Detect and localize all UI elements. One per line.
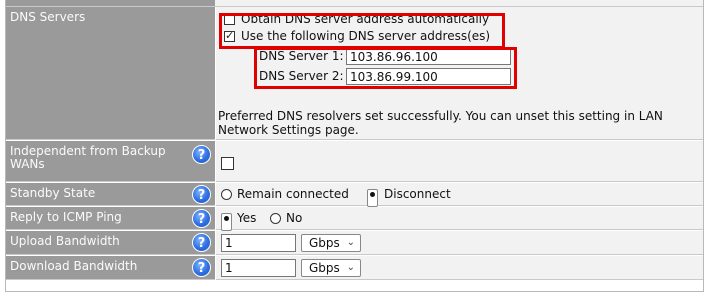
icmp-row: Reply to ICMP Ping ? Yes No [6,207,703,231]
help-icon[interactable]: ? [192,185,211,204]
highlight-dns-mode [219,13,505,49]
standby-disconnect-radio[interactable] [367,189,378,207]
download-bandwidth-input[interactable] [221,259,296,277]
dns-status-note: Preferred DNS resolvers set successfully… [218,109,663,137]
download-label: Download Bandwidth ? [6,256,215,280]
icmp-value: Yes No [216,207,703,231]
wan-settings-table: DNS Servers Obtain DNS server address au… [5,0,704,292]
table-top-border [6,0,703,7]
upload-bandwidth-input[interactable] [221,234,296,252]
icmp-yes-label: Yes [237,211,257,225]
icmp-no-label: No [286,211,303,225]
upload-value: Gbps⌄ [216,231,703,255]
upload-unit-select[interactable]: Gbps ⌄ [301,234,361,252]
dns-servers-value: Obtain DNS server address automatically … [216,7,703,140]
standby-value: Remain connected Disconnect [216,183,703,207]
independent-checkbox[interactable] [221,157,234,170]
icmp-no-radio[interactable] [270,213,281,224]
highlight-dns-servers [254,47,517,89]
independent-row: Independent from Backup WANs ? [6,141,703,182]
icmp-label: Reply to ICMP Ping ? [6,207,215,230]
download-unit-select[interactable]: Gbps ⌄ [301,259,361,277]
standby-remain-radio[interactable] [221,189,232,200]
upload-row: Upload Bandwidth ? Gbps⌄ [6,231,703,255]
icmp-yes-radio[interactable] [221,213,232,231]
dns-servers-row: DNS Servers Obtain DNS server address au… [6,7,703,140]
download-value: Gbps⌄ [216,256,703,280]
standby-remain-label: Remain connected [237,187,349,201]
help-icon[interactable]: ? [192,145,211,164]
dns-servers-label: DNS Servers [6,7,215,140]
independent-value [216,141,703,182]
help-icon[interactable]: ? [192,258,211,277]
independent-label: Independent from Backup WANs ? [6,141,215,182]
standby-label: Standby State ? [6,183,215,206]
upload-label: Upload Bandwidth ? [6,231,215,255]
download-row: Download Bandwidth ? Gbps⌄ [6,256,703,280]
help-icon[interactable]: ? [192,209,211,228]
chevron-down-icon: ⌄ [346,262,355,273]
standby-disconnect-label: Disconnect [384,187,451,201]
standby-row: Standby State ? Remain connected Disconn… [6,183,703,207]
help-icon[interactable]: ? [192,233,211,252]
chevron-down-icon: ⌄ [346,237,355,248]
